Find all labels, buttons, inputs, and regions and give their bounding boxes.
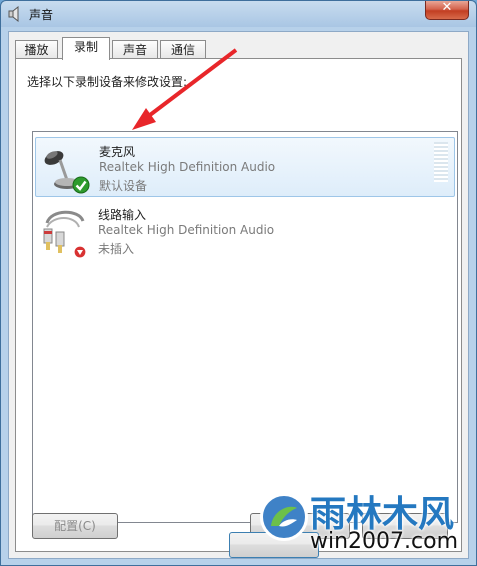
- watermark: 雨林木风 win2007.com: [250, 487, 477, 566]
- leaf-icon: [271, 506, 297, 527]
- title-bar[interactable]: 声音 ✕: [1, 0, 476, 27]
- sound-dialog-window: 声音 ✕ 播放 录制 声音 通信 选择以下录制设备来修改设置: 麦克风 Real…: [0, 0, 477, 566]
- red-down-arrow-icon: [73, 245, 87, 259]
- speaker-icon: [8, 6, 19, 22]
- tab-sounds[interactable]: 声音: [112, 40, 158, 59]
- close-icon: ✕: [441, 0, 453, 15]
- device-description: Realtek High Definition Audio: [98, 223, 275, 237]
- tab-communications[interactable]: 通信: [160, 40, 206, 59]
- tab-recording[interactable]: 录制: [62, 37, 110, 60]
- close-button[interactable]: ✕: [425, 0, 469, 20]
- level-meter: [434, 142, 448, 182]
- device-name: 麦克风: [99, 145, 136, 159]
- device-item-line-in[interactable]: 线路输入 Realtek High Definition Audio 未插入: [35, 201, 455, 261]
- window-title: 声音: [29, 8, 54, 22]
- device-name: 线路输入: [98, 208, 147, 222]
- watermark-url: win2007.com: [310, 529, 459, 554]
- device-item-microphone[interactable]: 麦克风 Realtek High Definition Audio 默认设备: [35, 137, 455, 197]
- device-description: Realtek High Definition Audio: [99, 160, 276, 174]
- brand-logo-icon: [260, 493, 308, 541]
- device-list[interactable]: 麦克风 Realtek High Definition Audio 默认设备 线…: [32, 131, 458, 523]
- green-check-icon: [72, 176, 90, 194]
- recording-tab-panel: 选择以下录制设备来修改设置: 麦克风 Realtek High Definiti…: [15, 58, 462, 552]
- device-status: 默认设备: [99, 179, 148, 193]
- device-status: 未插入: [98, 242, 135, 256]
- tab-playback[interactable]: 播放: [15, 40, 58, 59]
- instruction-text: 选择以下录制设备来修改设置:: [27, 75, 188, 89]
- dialog-client-area: 播放 录制 声音 通信 选择以下录制设备来修改设置: 麦克风 Realtek H…: [8, 31, 469, 559]
- configure-button[interactable]: 配置(C): [32, 513, 118, 539]
